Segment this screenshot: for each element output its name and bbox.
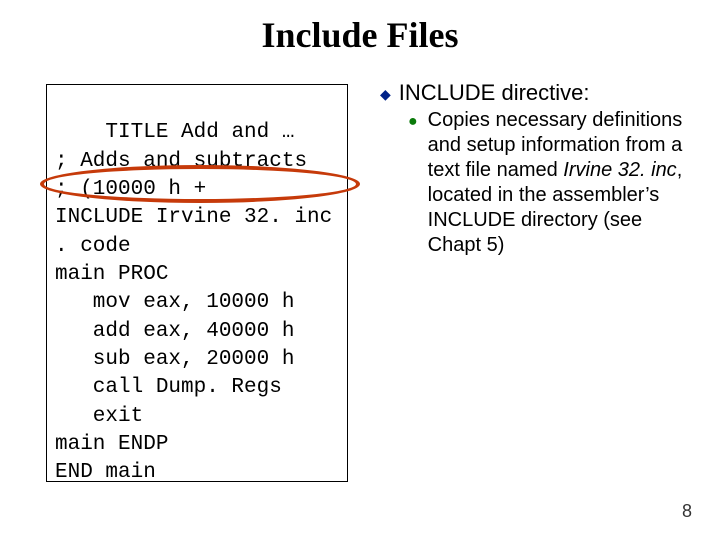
code-line: TITLE Add and … [105,121,294,144]
code-line: INCLUDE Irvine 32. inc [55,206,332,229]
code-line: main PROC [55,263,168,286]
code-line: ; (10000 h + [55,178,206,201]
code-line: call Dump. Regs [55,376,282,399]
sub-bullet-text: Copies necessary definitions and setup i… [428,108,690,258]
page-title: Include Files [0,14,720,56]
code-line: mov eax, 10000 h [55,291,294,314]
code-listing: TITLE Add and … ; Adds and subtracts ; (… [46,84,348,482]
code-line: main ENDP [55,433,168,456]
bullet-heading: INCLUDE directive: [399,80,590,106]
sub-bullet-item: ● Copies necessary definitions and setup… [408,108,690,258]
diamond-bullet-icon: ◆ [380,86,391,103]
bullet-item: ◆ INCLUDE directive: [380,80,690,106]
code-line: exit [55,405,143,428]
code-line: . code [55,235,131,258]
code-line: END main [55,461,156,482]
code-line: ; Adds and subtracts [55,150,307,173]
page-number: 8 [682,501,692,522]
bullet-list: ◆ INCLUDE directive: ● Copies necessary … [380,80,690,258]
code-line: add eax, 40000 h [55,320,294,343]
circle-bullet-icon: ● [408,112,418,132]
code-line: sub eax, 20000 h [55,348,294,371]
